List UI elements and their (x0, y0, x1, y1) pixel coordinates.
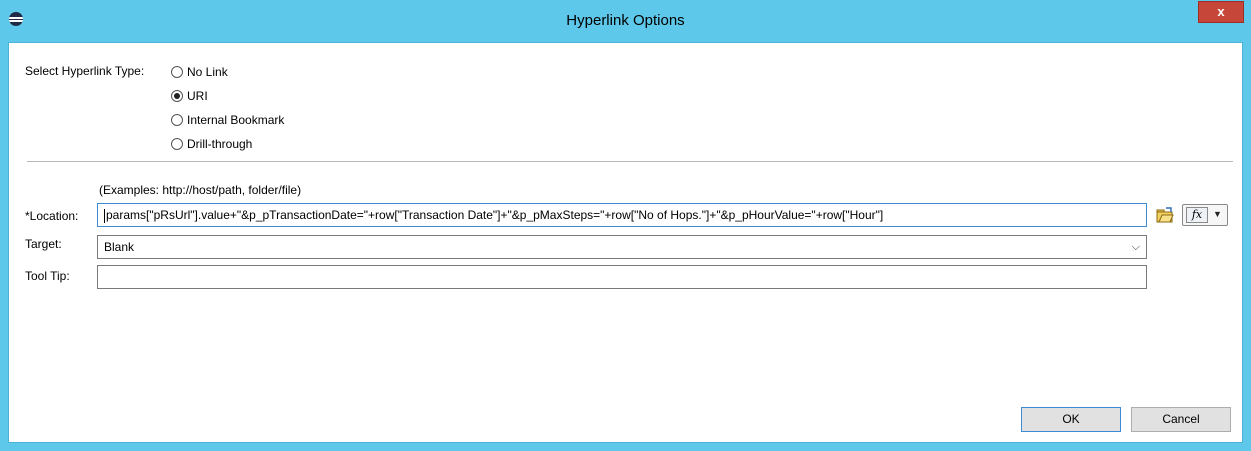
fx-icon: fx (1186, 207, 1208, 223)
radio-internal-bookmark[interactable]: Internal Bookmark (171, 112, 284, 128)
radio-label: Internal Bookmark (187, 113, 285, 127)
folder-open-icon[interactable] (1156, 207, 1174, 223)
location-examples: (Examples: http://host/path, folder/file… (99, 183, 302, 197)
target-select[interactable]: Blank ⌵ (97, 235, 1147, 259)
close-button[interactable]: x (1198, 1, 1244, 23)
radio-no-link[interactable]: No Link (171, 64, 228, 80)
location-value: params["pRsUrl"].value+"&p_pTransactionD… (106, 208, 884, 222)
radio-label: No Link (187, 65, 228, 79)
radio-label: URI (187, 89, 208, 103)
section-divider (27, 161, 1233, 162)
radio-button[interactable] (171, 114, 183, 126)
radio-label: Drill-through (187, 137, 253, 151)
location-label: *Location: (25, 209, 79, 223)
target-value: Blank (104, 240, 135, 254)
ok-button[interactable]: OK (1021, 407, 1121, 432)
expression-builder-button[interactable]: fx ▼ (1182, 204, 1228, 226)
hyperlink-type-label: Select Hyperlink Type: (25, 64, 145, 78)
radio-button[interactable] (171, 90, 183, 102)
window-title: Hyperlink Options (566, 12, 685, 29)
chevron-down-icon: ⌵ (1131, 241, 1140, 253)
tooltip-label: Tool Tip: (25, 269, 70, 283)
radio-button[interactable] (171, 66, 183, 78)
title-bar[interactable]: Hyperlink Options x (0, 0, 1251, 42)
location-field[interactable]: params["pRsUrl"].value+"&p_pTransactionD… (97, 203, 1147, 227)
chevron-down-icon[interactable]: ▼ (1213, 209, 1222, 219)
target-label: Target: (25, 237, 62, 251)
hyperlink-options-dialog: Hyperlink Options x Select Hyperlink Typ… (0, 0, 1251, 451)
tooltip-field[interactable] (97, 265, 1147, 289)
dialog-body: Select Hyperlink Type: No Link URI Inter… (8, 42, 1243, 443)
cancel-button[interactable]: Cancel (1131, 407, 1231, 432)
radio-drill-through[interactable]: Drill-through (171, 136, 252, 152)
radio-button[interactable] (171, 138, 183, 150)
text-caret (104, 208, 105, 223)
radio-uri[interactable]: URI (171, 88, 208, 104)
